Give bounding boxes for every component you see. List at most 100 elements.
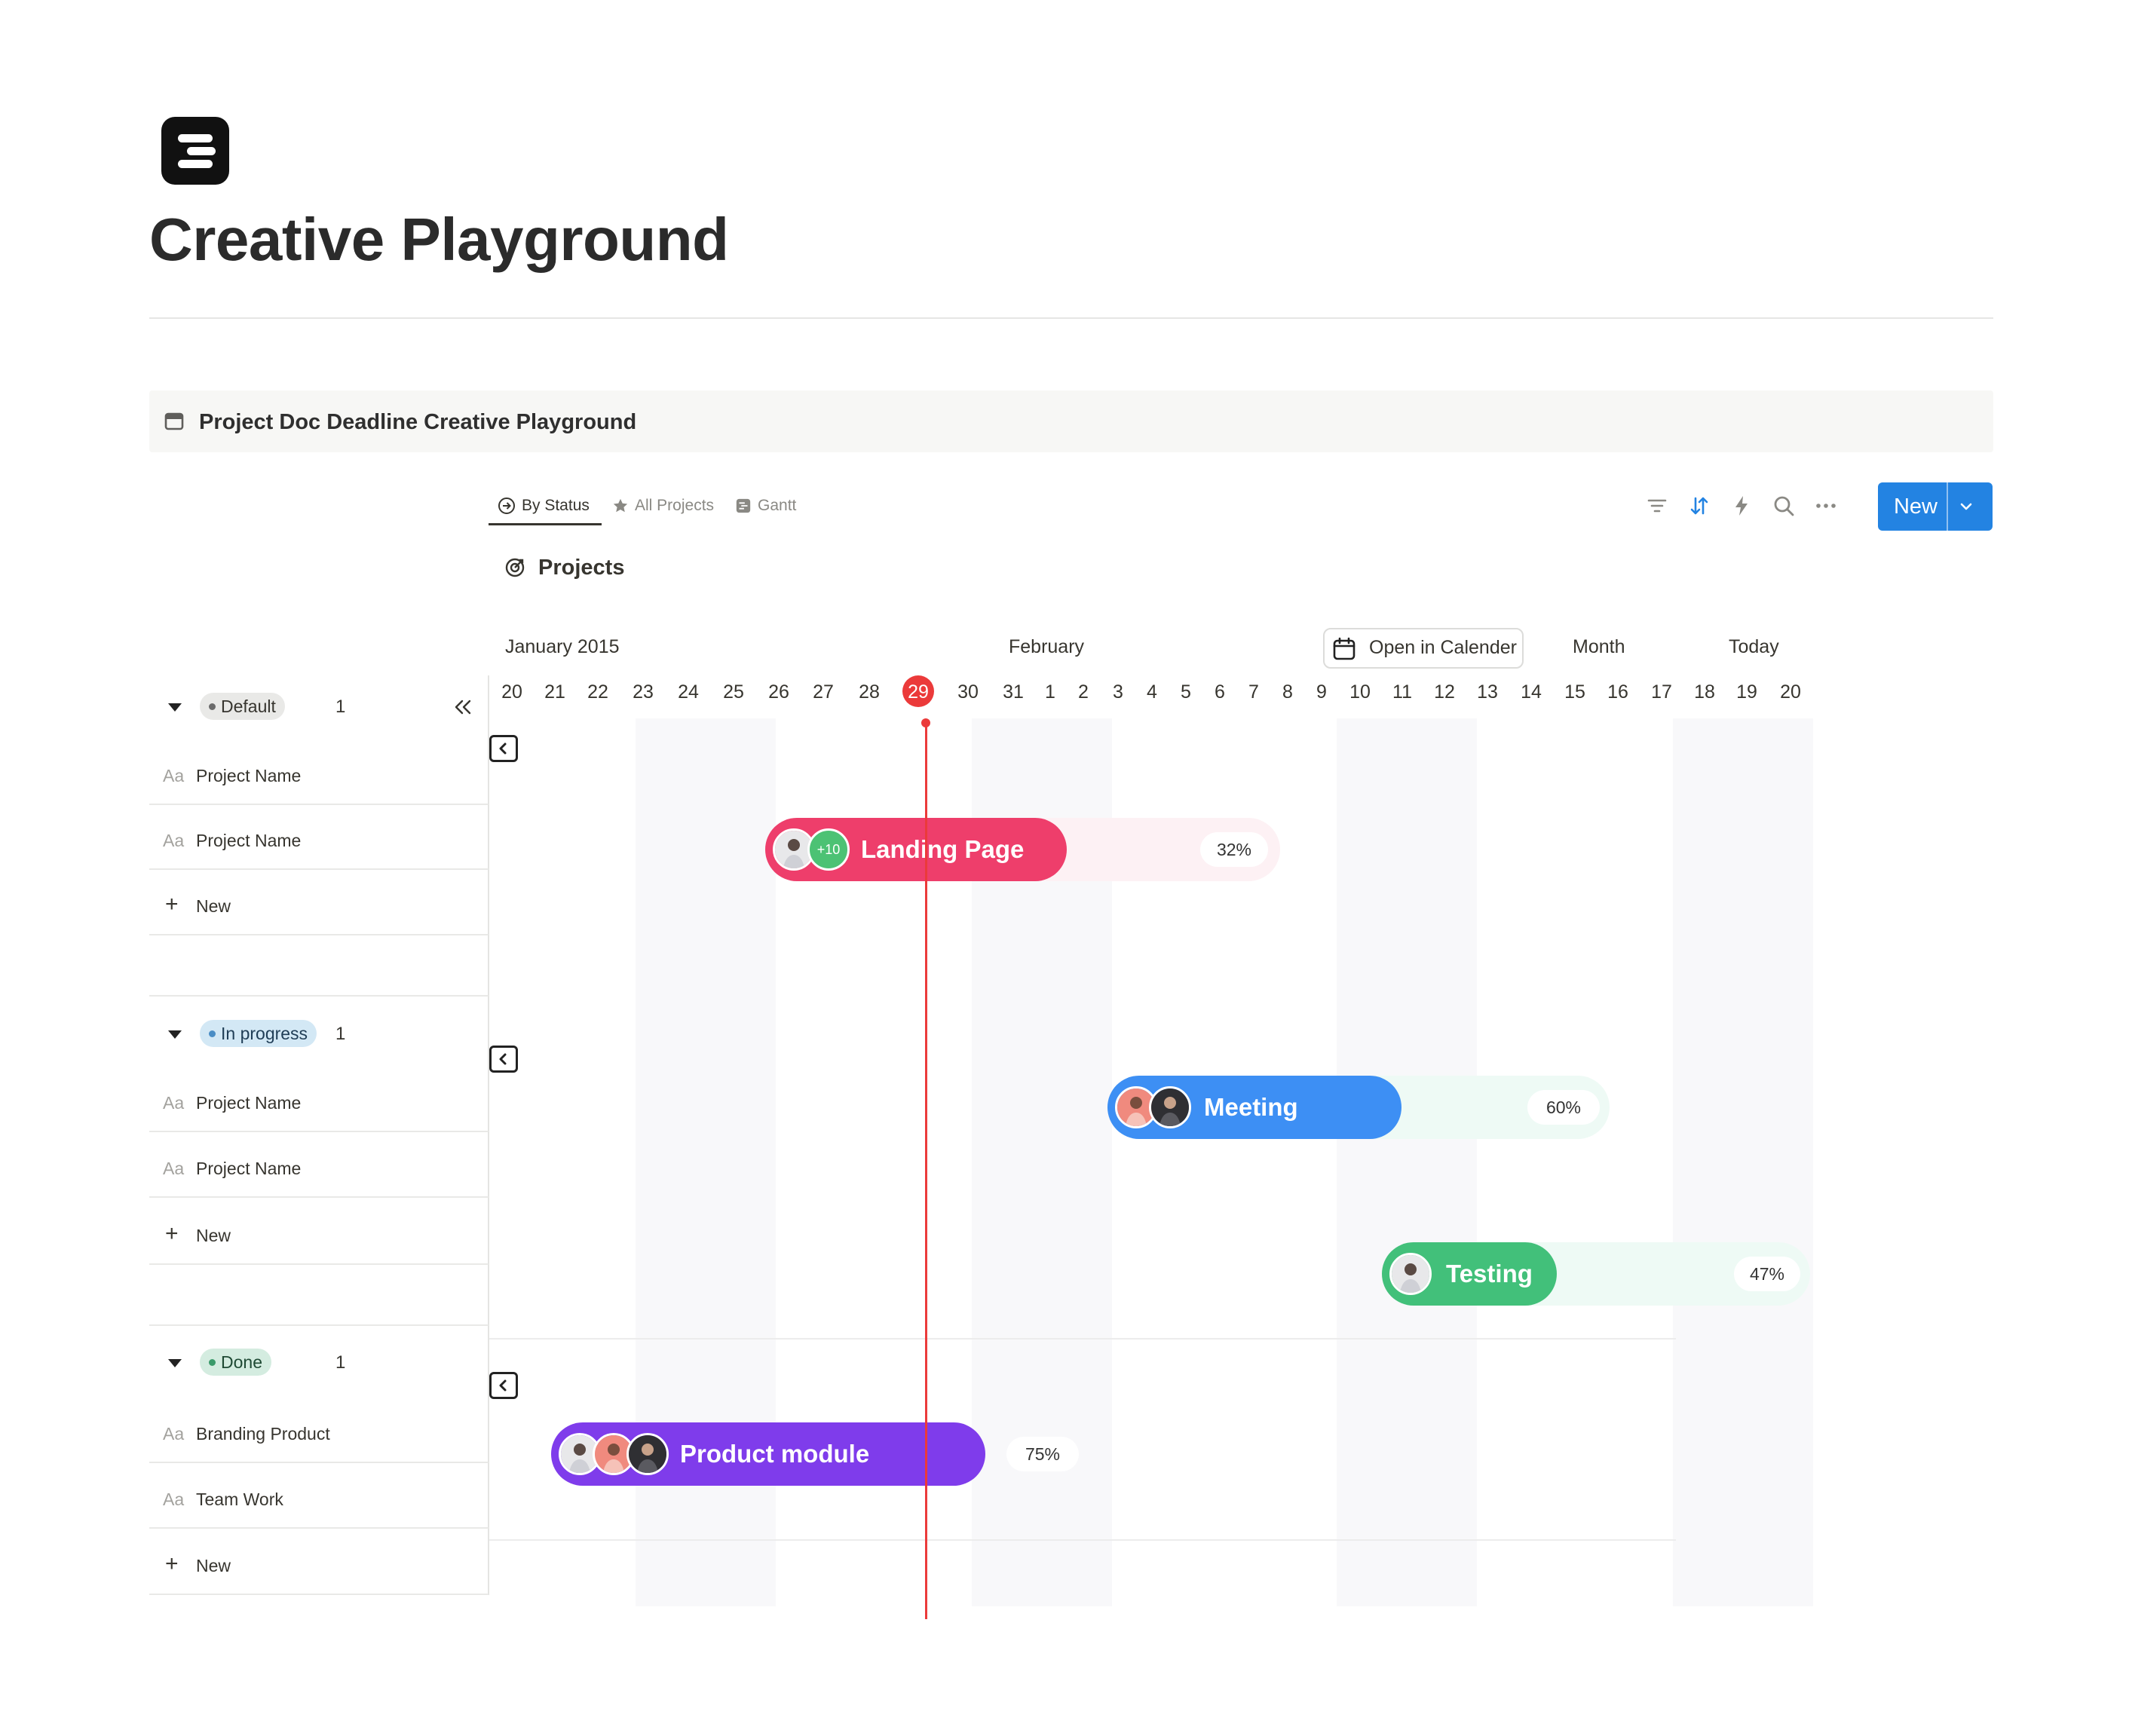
row-divider (149, 868, 489, 870)
scale-selector[interactable]: Month (1573, 636, 1625, 658)
new-button-divider (1947, 482, 1948, 531)
tab-gantt[interactable]: Gantt (735, 494, 796, 517)
title-property-icon: Aa (163, 1159, 185, 1178)
tab-label: By Status (522, 497, 590, 514)
row-divider (149, 995, 489, 997)
chevron-left-icon (499, 1379, 507, 1392)
title-property-icon: Aa (163, 831, 185, 850)
day-cell: 16 (1607, 681, 1628, 703)
day-cell: 30 (957, 681, 979, 703)
plus-icon: + (165, 1221, 179, 1246)
add-row-button[interactable]: New (196, 896, 231, 917)
chevron-left-icon (499, 1053, 507, 1065)
add-row-button[interactable]: New (196, 1226, 231, 1246)
day-cell: 24 (678, 681, 699, 703)
list-item[interactable]: Project Name (196, 766, 301, 786)
day-cell: 17 (1651, 681, 1672, 703)
day-cell: 9 (1316, 681, 1327, 703)
calendar-icon (1333, 637, 1356, 660)
day-cell: 13 (1477, 681, 1498, 703)
chevron-left-icon (499, 742, 507, 755)
list-item[interactable]: Project Name (196, 1159, 301, 1179)
open-in-calendar-label[interactable]: Open in Calender (1369, 637, 1517, 659)
group-toggle-icon[interactable] (168, 1359, 182, 1367)
day-cell: 10 (1349, 681, 1371, 703)
group-separator (489, 1338, 1676, 1340)
database-title[interactable]: Project Doc Deadline Creative Playground (199, 410, 636, 435)
collapse-panel-icon[interactable] (451, 695, 475, 719)
plus-icon: + (165, 892, 179, 917)
sort-icon[interactable] (1686, 492, 1713, 519)
more-icon[interactable] (1812, 492, 1840, 519)
task-label: Product module (680, 1440, 870, 1468)
star-icon (613, 498, 628, 513)
progress-badge: 32% (1200, 832, 1268, 867)
group-toggle-icon[interactable] (168, 1030, 182, 1039)
target-icon (505, 558, 525, 577)
calendar-icon (164, 412, 184, 430)
group-toggle-icon[interactable] (168, 703, 182, 712)
active-tab-indicator (489, 523, 602, 525)
title-property-icon: Aa (163, 766, 185, 785)
row-divider (149, 804, 489, 805)
tab-label: Gantt (758, 497, 797, 514)
collapse-group-button[interactable] (489, 1372, 518, 1399)
today-line-dot (921, 718, 930, 727)
day-cell: 28 (859, 681, 880, 703)
new-button-label[interactable]: New (1878, 482, 1953, 531)
row-divider (149, 1594, 489, 1595)
title-property-icon: Aa (163, 1424, 185, 1444)
group-count: 1 (335, 1024, 346, 1044)
title-property-icon: Aa (163, 1490, 185, 1509)
list-item[interactable]: Team Work (196, 1490, 283, 1510)
list-item[interactable]: Project Name (196, 831, 301, 851)
extra-assignees-badge: +10 (807, 828, 850, 871)
status-label: Done (221, 1352, 262, 1372)
day-cell: 20 (1780, 681, 1801, 703)
row-divider (149, 1196, 489, 1198)
arrow-circle-icon (498, 498, 515, 514)
task-label: Meeting (1204, 1093, 1298, 1121)
add-row-button[interactable]: New (196, 1556, 231, 1576)
divider (149, 317, 1993, 319)
collapse-group-button[interactable] (489, 735, 518, 762)
list-item[interactable]: Project Name (196, 1093, 301, 1113)
day-cell: 18 (1694, 681, 1715, 703)
day-cell: 31 (1003, 681, 1024, 703)
page-title: Creative Playground (149, 206, 729, 273)
tab-by-status[interactable]: By Status (498, 494, 590, 517)
day-cell: 23 (633, 681, 654, 703)
month-label: January 2015 (505, 636, 620, 657)
status-dot (209, 1358, 216, 1366)
list-item[interactable]: Branding Product (196, 1424, 330, 1444)
group-count: 1 (335, 1352, 346, 1373)
day-cell: 20 (501, 681, 522, 703)
weekend-column (1673, 718, 1813, 1606)
status-dot (209, 1030, 216, 1037)
chevron-down-icon[interactable] (1957, 498, 1975, 516)
today-button[interactable]: Today (1729, 636, 1779, 658)
group-separator (489, 1539, 1676, 1541)
day-cell: 19 (1736, 681, 1757, 703)
collapse-group-button[interactable] (489, 1046, 518, 1073)
group-count: 1 (335, 697, 346, 717)
search-icon[interactable] (1770, 492, 1797, 519)
filter-icon[interactable] (1643, 492, 1671, 519)
task-label: Landing Page (861, 835, 1025, 863)
title-property-icon: Aa (163, 1093, 185, 1113)
tab-label: All Projects (635, 497, 715, 514)
today-line (925, 722, 927, 1619)
lightning-icon[interactable] (1728, 492, 1755, 519)
gantt-icon (736, 498, 751, 513)
status-label: In progress (221, 1023, 308, 1043)
row-divider (149, 1527, 489, 1529)
month-label: February (1009, 636, 1085, 657)
workspace-logo-icon (161, 117, 229, 185)
tab-all-projects[interactable]: All Projects (612, 494, 714, 517)
avatar (1389, 1253, 1432, 1295)
day-cell: 22 (587, 681, 608, 703)
progress-badge: 60% (1527, 1090, 1600, 1125)
status-label: Default (221, 696, 276, 716)
day-cell: 11 (1392, 681, 1412, 703)
progress-badge: 47% (1734, 1257, 1800, 1291)
